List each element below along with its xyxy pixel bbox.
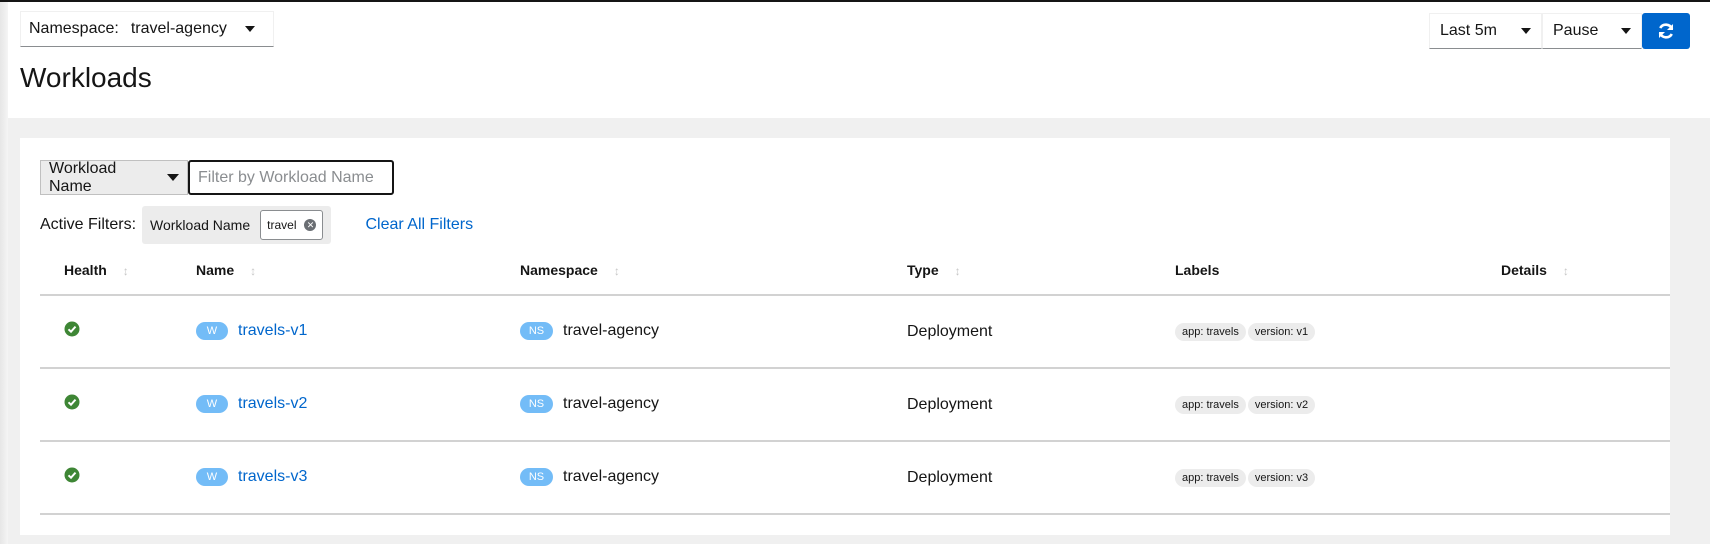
column-label: Type: [907, 262, 939, 278]
filter-type-value: Workload Name: [49, 159, 117, 195]
details-cell: [1501, 368, 1670, 442]
column-label: Health: [64, 262, 107, 278]
labels-cell: app: travels version: v1: [1175, 295, 1501, 369]
column-label: Details: [1501, 262, 1547, 278]
refresh-controls: Last 5m Pause: [1429, 13, 1690, 49]
namespace-dropdown[interactable]: Namespace: travel-agency: [20, 11, 274, 47]
caret-down-icon: [1621, 28, 1631, 34]
page-header: Namespace: travel-agency Workloads Last …: [8, 2, 1710, 118]
namespace-text: travel-agency: [563, 468, 660, 486]
label-pill: app: travels: [1175, 323, 1246, 341]
column-header-details[interactable]: Details ↕: [1501, 246, 1670, 296]
column-label: Namespace: [520, 262, 598, 278]
sort-icon[interactable]: ↕: [123, 264, 129, 278]
page-title: Workloads: [20, 62, 152, 93]
filter-chip: travel ✕: [260, 210, 324, 240]
namespace-label: Namespace:: [29, 20, 119, 37]
refresh-icon: [1658, 23, 1674, 39]
name-cell: Wtravels-v2: [196, 368, 520, 442]
health-cell: [40, 441, 196, 515]
sort-icon[interactable]: ↕: [250, 264, 256, 278]
name-cell: Wtravels-v3: [196, 441, 520, 515]
sort-icon[interactable]: ↕: [1563, 264, 1569, 278]
column-header-type[interactable]: Type ↕: [907, 246, 1175, 296]
time-range-dropdown[interactable]: Last 5m: [1429, 13, 1542, 49]
caret-down-icon: [167, 174, 179, 181]
refresh-interval-value: Pause: [1553, 22, 1599, 39]
filter-input[interactable]: [188, 160, 394, 195]
workload-badge: W: [196, 395, 228, 414]
table-row: Wtravels-v3 NS travel-agency Deployment a…: [40, 441, 1670, 515]
column-header-name[interactable]: Name ↕: [196, 246, 520, 296]
label-pill: version: v1: [1247, 323, 1316, 341]
column-label: Labels: [1175, 262, 1220, 278]
column-header-namespace[interactable]: Namespace ↕: [520, 246, 907, 296]
namespace-badge: NS: [520, 322, 553, 341]
workload-link[interactable]: travels-v3: [238, 469, 307, 486]
close-icon[interactable]: ✕: [304, 219, 317, 231]
namespace-cell: NS travel-agency: [520, 368, 907, 442]
column-header-health[interactable]: Health ↕: [40, 246, 196, 296]
health-cell: [40, 368, 196, 442]
label-pill: app: travels: [1175, 469, 1246, 487]
namespace-text: travel-agency: [563, 322, 660, 340]
table-header-row: Health ↕ Name ↕ Namespace ↕ Type ↕ Labels De…: [40, 246, 1670, 296]
sort-icon[interactable]: ↕: [955, 264, 961, 278]
namespace-value: travel-agency: [130, 20, 227, 37]
type-cell: Deployment: [907, 295, 1175, 369]
refresh-button[interactable]: [1642, 13, 1690, 49]
time-range-value: Last 5m: [1440, 22, 1497, 39]
sort-icon[interactable]: ↕: [614, 264, 620, 278]
label-pill: app: travels: [1175, 396, 1246, 414]
name-cell: Wtravels-v1: [196, 295, 520, 369]
active-filters-label: Active Filters:: [40, 216, 137, 233]
label-pill: version: v2: [1247, 396, 1316, 414]
workload-link[interactable]: travels-v1: [238, 323, 307, 340]
filter-chip-group: Workload Name travel ✕: [142, 206, 332, 244]
workload-badge: W: [196, 322, 228, 341]
check-circle-icon: [64, 321, 80, 337]
caret-down-icon: [245, 26, 255, 32]
namespace-cell: NS travel-agency: [520, 295, 907, 369]
type-cell: Deployment: [907, 441, 1175, 515]
labels-cell: app: travels version: v3: [1175, 441, 1501, 515]
table-row: Wtravels-v2 NS travel-agency Deployment a…: [40, 368, 1670, 442]
type-cell: Deployment: [907, 368, 1175, 442]
workloads-card: Workload Name Active Filters: Workload N…: [20, 138, 1670, 535]
clear-all-filters-link[interactable]: Clear All Filters: [365, 216, 473, 234]
workload-link[interactable]: travels-v2: [238, 396, 307, 413]
label-pill: version: v3: [1247, 469, 1316, 487]
check-circle-icon: [64, 467, 80, 483]
chip-group-label: Workload Name: [150, 217, 251, 233]
workload-badge: W: [196, 468, 228, 487]
health-cell: [40, 295, 196, 369]
active-filters: Active Filters: Workload Name travel ✕ C…: [40, 206, 473, 244]
column-header-labels: Labels: [1175, 246, 1501, 296]
caret-down-icon: [1521, 28, 1531, 34]
check-circle-icon: [64, 394, 80, 410]
refresh-interval-dropdown[interactable]: Pause: [1542, 13, 1642, 49]
column-label: Name: [196, 262, 235, 278]
namespace-badge: NS: [520, 468, 553, 487]
details-cell: [1501, 441, 1670, 515]
namespace-text: travel-agency: [563, 395, 660, 413]
filter-toolbar: Workload Name: [40, 160, 394, 195]
details-cell: [1501, 295, 1670, 369]
table-row: Wtravels-v1 NS travel-agency Deployment a…: [40, 295, 1670, 369]
namespace-badge: NS: [520, 395, 553, 414]
left-shade: [0, 2, 8, 544]
workloads-table: Health ↕ Name ↕ Namespace ↕ Type ↕ Labels De…: [40, 246, 1670, 515]
namespace-cell: NS travel-agency: [520, 441, 907, 515]
labels-cell: app: travels version: v2: [1175, 368, 1501, 442]
filter-type-dropdown[interactable]: Workload Name: [40, 160, 188, 195]
filter-chip-value: travel: [267, 218, 297, 232]
